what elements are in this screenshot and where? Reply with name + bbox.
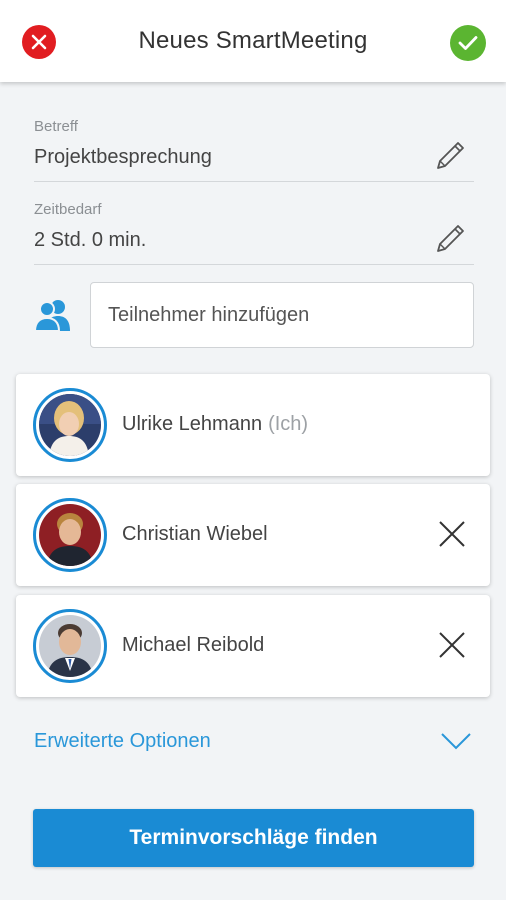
avatar (33, 498, 107, 572)
avatar-photo (39, 615, 101, 677)
app-header: Neues SmartMeeting (0, 0, 506, 82)
check-icon (458, 36, 478, 50)
avatar (33, 609, 107, 683)
avatar (33, 388, 107, 462)
participant-card[interactable]: Michael Reibold (16, 595, 490, 697)
participant-name: Ulrike Lehmann (122, 413, 263, 435)
close-icon[interactable] (436, 518, 468, 550)
add-participant-input[interactable]: Teilnehmer hinzufügen (90, 282, 474, 348)
find-appointments-button[interactable]: Terminvorschläge finden (33, 809, 474, 867)
people-icon (34, 300, 70, 332)
participant-name-row: Ulrike Lehmann (Ich) (122, 413, 308, 436)
duration-value[interactable]: 2 Std. 0 min. (34, 229, 146, 252)
pencil-icon[interactable] (434, 138, 468, 172)
participant-name: Christian Wiebel (122, 523, 268, 545)
close-icon[interactable] (436, 629, 468, 661)
subject-label: Betreff (34, 118, 78, 135)
subject-value[interactable]: Projektbesprechung (34, 146, 212, 169)
duration-field[interactable]: Zeitbedarf 2 Std. 0 min. (34, 201, 474, 265)
participant-card[interactable]: Christian Wiebel (16, 484, 490, 586)
avatar-photo (39, 394, 101, 456)
confirm-button[interactable] (450, 25, 486, 61)
participant-card[interactable]: Ulrike Lehmann (Ich) (16, 374, 490, 476)
duration-label: Zeitbedarf (34, 201, 102, 218)
subject-field[interactable]: Betreff Projektbesprechung (34, 118, 474, 182)
self-tag: (Ich) (268, 413, 309, 435)
avatar-photo (39, 504, 101, 566)
participant-name: Michael Reibold (122, 634, 265, 656)
chevron-down-icon[interactable] (440, 730, 472, 752)
advanced-options-link[interactable]: Erweiterte Optionen (34, 730, 211, 753)
page-title: Neues SmartMeeting (138, 27, 368, 54)
pencil-icon[interactable] (434, 221, 468, 255)
